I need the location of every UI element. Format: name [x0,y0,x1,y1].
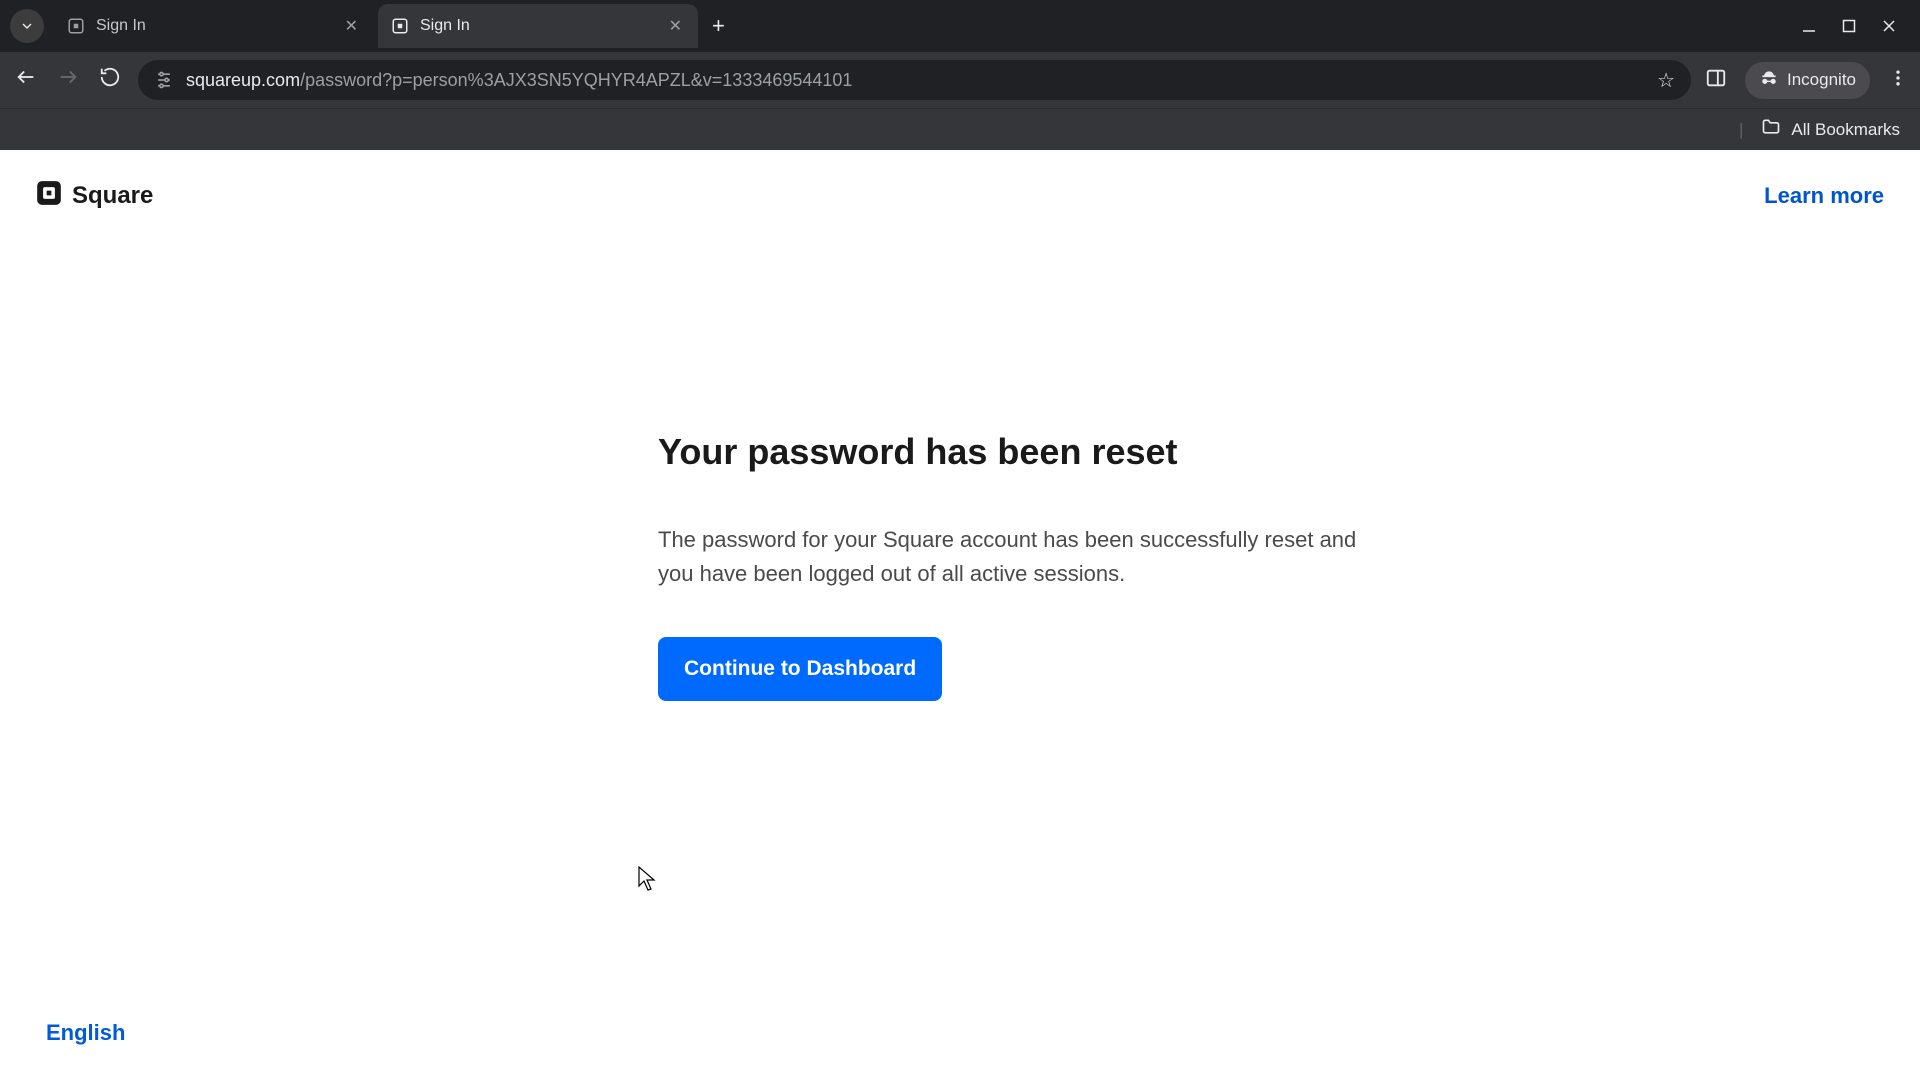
page-body-text: The password for your Square account has… [658,523,1375,591]
learn-more-link[interactable]: Learn more [1764,183,1884,209]
page-content: Square Learn more Your password has been… [0,150,1920,1080]
address-bar[interactable]: squareup.com/password?p=person%3AJX3SN5Y… [138,60,1691,100]
site-settings-icon[interactable] [154,70,174,90]
continue-to-dashboard-button[interactable]: Continue to Dashboard [658,637,942,701]
tab-title: Sign In [420,17,665,35]
url-text: squareup.com/password?p=person%3AJX3SN5Y… [186,70,852,91]
browser-tab[interactable]: Sign In ✕ [54,4,374,48]
tab-search-dropdown[interactable] [10,9,44,43]
browser-toolbar: squareup.com/password?p=person%3AJX3SN5Y… [0,52,1920,108]
folder-icon [1761,117,1781,142]
square-favicon-icon [66,16,86,36]
minimize-button[interactable] [1802,19,1816,33]
url-host: squareup.com [186,70,300,90]
page-heading: Your password has been reset [658,431,1375,473]
forward-button[interactable] [54,66,82,94]
language-selector[interactable]: English [46,1020,125,1046]
incognito-label: Incognito [1787,70,1856,90]
bookmarks-bar: | All Bookmarks [0,108,1920,150]
bookmark-star-icon[interactable]: ☆ [1657,68,1675,93]
reload-button[interactable] [96,66,124,94]
window-controls [1802,19,1910,33]
tab-close-button[interactable]: ✕ [665,12,686,40]
tab-strip: Sign In ✕ Sign In ✕ + [0,0,1920,52]
back-button[interactable] [12,66,40,94]
all-bookmarks-link[interactable]: All Bookmarks [1791,120,1900,140]
brand-name: Square [72,182,153,210]
tab-title: Sign In [96,17,341,35]
chevron-down-icon [19,18,35,34]
side-panel-icon[interactable] [1705,67,1727,94]
close-window-button[interactable] [1882,19,1896,33]
url-path: /password?p=person%3AJX3SN5YQHYR4APZL&v=… [300,70,852,90]
tab-close-button[interactable]: ✕ [341,12,362,40]
browser-menu-icon[interactable] [1888,68,1908,93]
maximize-button[interactable] [1842,19,1856,33]
browser-tab-active[interactable]: Sign In ✕ [378,4,698,48]
square-logo-icon [36,180,62,211]
incognito-indicator[interactable]: Incognito [1745,62,1870,99]
incognito-icon [1759,68,1779,93]
new-tab-button[interactable]: + [702,13,735,39]
square-favicon-icon [390,16,410,36]
mouse-cursor-icon [638,866,658,897]
brand[interactable]: Square [36,180,153,211]
